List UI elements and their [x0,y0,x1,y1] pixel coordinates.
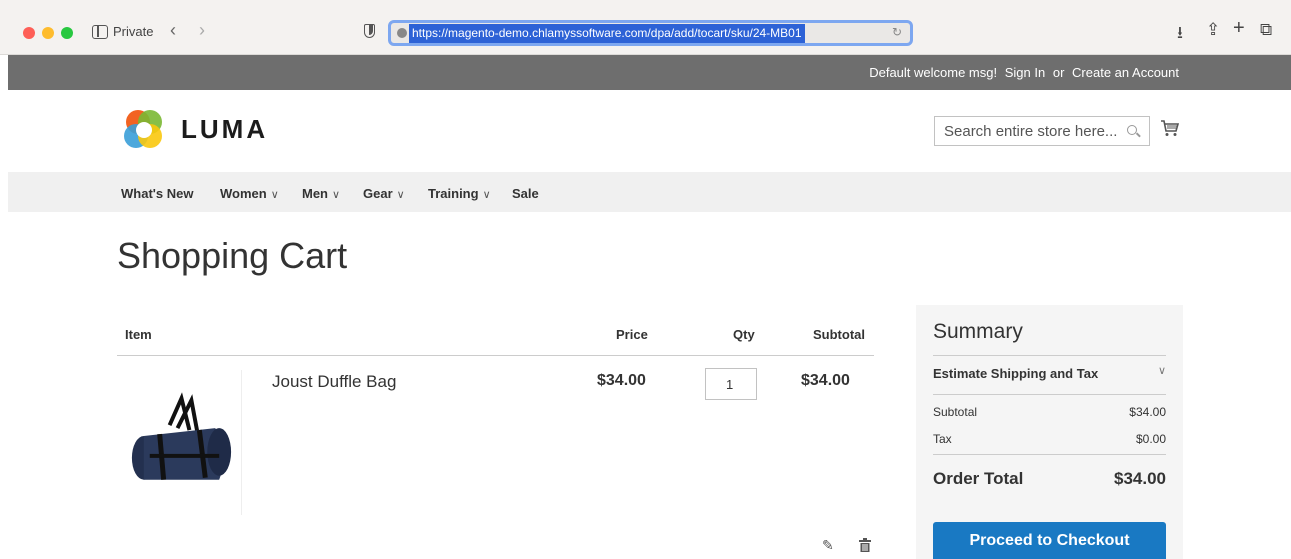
item-price: $34.00 [597,372,646,389]
url-text[interactable]: https://magento-demo.chlamyssoftware.com… [409,24,805,43]
luma-logo-icon[interactable] [122,108,166,152]
nav-item-women[interactable]: Women ∨ [220,186,279,201]
share-icon[interactable]: ⇪ [1206,20,1220,40]
column-header-qty: Qty [733,327,755,342]
header-links: Default welcome msg! Sign In or Create a… [865,65,1179,80]
order-total-label: Order Total [933,469,1024,488]
cart-icon[interactable] [1160,119,1180,137]
column-header-item: Item [125,327,152,342]
nav-item-whats-new[interactable]: What's New [121,186,193,201]
close-window-button[interactable] [23,27,35,39]
browser-toolbar: Private ‹ › https://magento-demo.chlamys… [0,0,1291,55]
search-box [934,116,1150,146]
new-tab-icon[interactable]: + [1233,17,1245,40]
nav-item-men[interactable]: Men ∨ [302,186,340,201]
forward-arrow-icon[interactable]: › [199,20,205,41]
privacy-shield-icon[interactable] [364,24,375,38]
sidebar-toggle-icon[interactable] [92,25,108,39]
edit-icon[interactable]: ✎ [822,537,834,554]
proceed-to-checkout-button[interactable]: Proceed to Checkout [933,522,1166,559]
summary-title: Summary [933,320,1023,343]
reload-icon[interactable]: ↻ [892,25,902,39]
nav-label: What's New [121,186,194,201]
search-input[interactable] [935,117,1125,145]
product-image[interactable] [120,370,242,515]
summary-divider [933,454,1166,455]
nav-label: Men [302,186,328,201]
tax-row: Tax $0.00 [933,432,1166,446]
chevron-down-icon: ∨ [270,189,279,201]
or-text: or [1052,65,1065,80]
subtotal-label: Subtotal [933,405,978,419]
product-name-link[interactable]: Joust Duffle Bag [272,372,396,392]
page-title: Shopping Cart [117,235,348,276]
subtotal-row: Subtotal $34.00 [933,405,1166,419]
order-total-row: Order Total $34.00 [933,469,1166,489]
chevron-down-icon[interactable]: ∨ [1158,364,1166,377]
order-total-value: $34.00 [1114,469,1166,488]
table-divider [117,355,874,356]
welcome-message: Default welcome msg! [869,65,998,80]
tab-overview-icon[interactable]: ⧉ [1260,20,1272,40]
nav-label: Training [428,186,479,201]
quantity-input[interactable] [705,368,757,400]
address-bar[interactable]: https://magento-demo.chlamyssoftware.com… [388,20,913,46]
estimate-shipping-toggle[interactable]: Estimate Shipping and Tax [933,366,1098,381]
cart-summary: Summary Estimate Shipping and Tax ∨ Subt… [916,305,1183,559]
nav-item-gear[interactable]: Gear ∨ [363,186,405,201]
logo-text[interactable]: LUMA [181,114,268,145]
chevron-down-icon: ∨ [332,189,341,201]
minimize-window-button[interactable] [42,27,54,39]
site-topbar: Default welcome msg! Sign In or Create a… [8,55,1291,90]
nav-item-sale[interactable]: Sale [512,186,539,201]
tax-value: $0.00 [1135,432,1166,446]
globe-icon [397,28,407,38]
create-account-link[interactable]: Create an Account [1072,65,1179,80]
item-subtotal: $34.00 [801,372,850,389]
nav-label: Sale [512,186,539,201]
nav-label: Women [220,186,267,201]
download-icon[interactable]: ⭳ [1177,20,1183,49]
tax-label: Tax [933,432,952,446]
subtotal-value: $34.00 [1129,405,1166,419]
nav-item-training[interactable]: Training ∨ [428,186,491,201]
maximize-window-button[interactable] [61,27,73,39]
summary-divider [933,355,1166,356]
nav-label: Gear [363,186,393,201]
trash-icon[interactable] [859,538,871,552]
private-label: Private [113,24,154,39]
chevron-down-icon: ∨ [396,189,405,201]
summary-divider [933,394,1166,395]
chevron-down-icon: ∨ [482,189,491,201]
search-icon[interactable] [1127,125,1137,135]
back-arrow-icon[interactable]: ‹ [170,20,176,41]
main-navigation: What's New Women ∨ Men ∨ Gear ∨ Training ∨ S… [8,172,1291,212]
column-header-price: Price [616,327,648,342]
sign-in-link[interactable]: Sign In [1005,65,1045,80]
column-header-subtotal: Subtotal [813,327,865,342]
